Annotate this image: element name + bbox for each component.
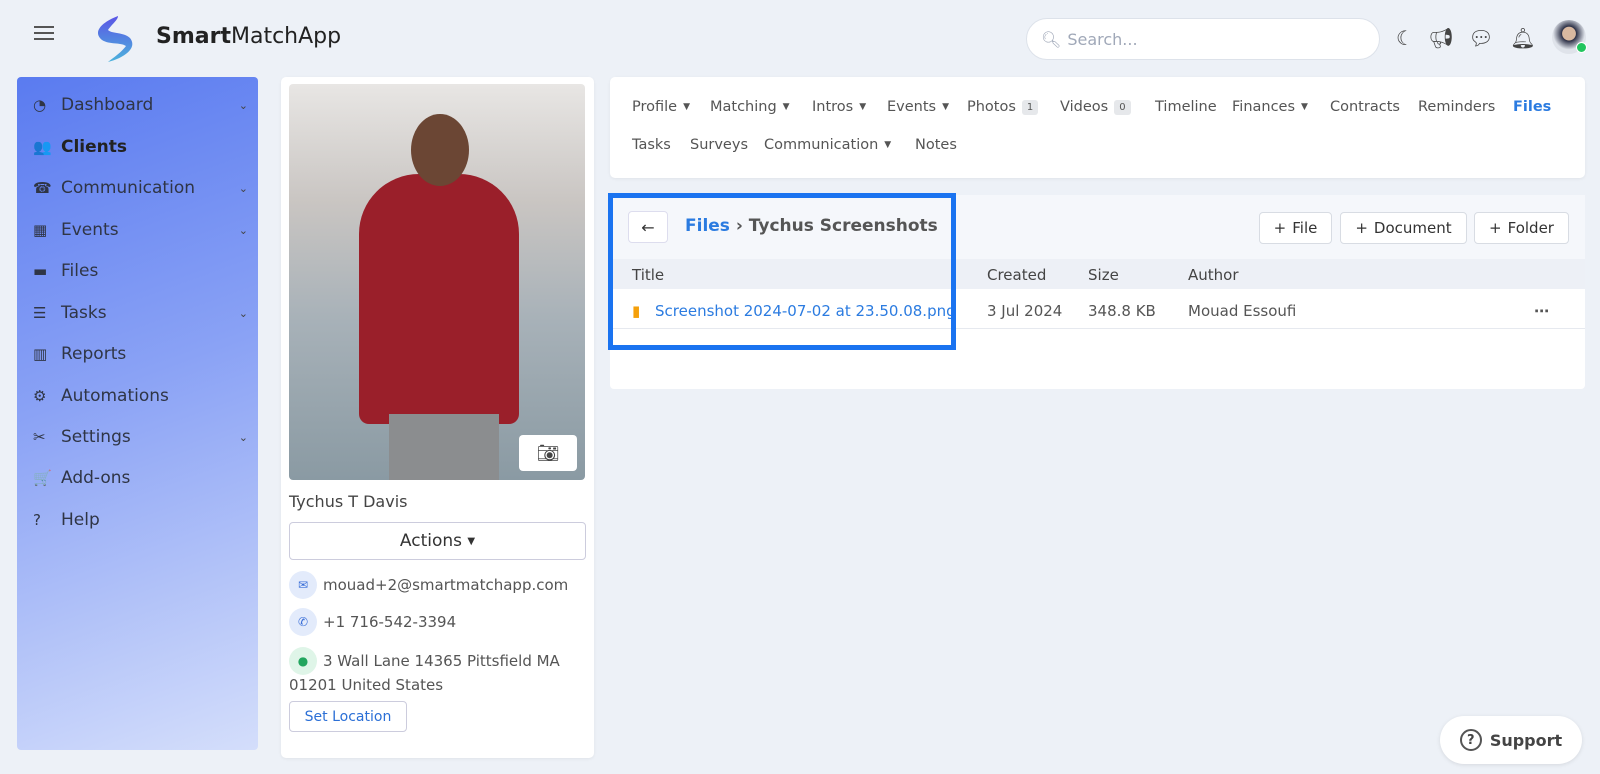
gears-icon: ⚙ (33, 387, 47, 405)
phone-row: ✆ +1 716-542-3394 (289, 608, 456, 636)
chat-icon[interactable]: 💬︎ (1468, 26, 1494, 52)
set-location-button[interactable]: Set Location (289, 701, 407, 732)
tab-videos[interactable]: Videos 0 (1060, 99, 1131, 115)
label: Dashboard (61, 95, 154, 115)
more-options-icon[interactable]: ⋯ (1534, 302, 1549, 320)
label: Tasks (61, 303, 107, 323)
videos-count-badge: 0 (1114, 99, 1131, 115)
app-logo (97, 16, 133, 62)
tab-profile[interactable]: Profile ▼ (632, 99, 690, 115)
address-line1: 3 Wall Lane 14365 Pittsfield MA (323, 652, 560, 670)
online-status-dot (1576, 42, 1587, 53)
sidebar-item-help[interactable]: ? Help (33, 510, 248, 530)
map-pin-icon: ● (289, 647, 317, 675)
help-circle-icon: ? (1459, 729, 1482, 751)
add-folder-button[interactable]: + Folder (1474, 212, 1569, 244)
dark-mode-icon[interactable]: ☾ (1392, 26, 1418, 52)
label: Actions (399, 531, 462, 551)
search-input[interactable]: 🔍︎ Search... (1026, 18, 1380, 60)
label: Reports (61, 344, 127, 364)
label: Settings (61, 427, 131, 447)
tab-reminders[interactable]: Reminders (1418, 99, 1495, 115)
chevron-down-icon: ⌄ (238, 430, 248, 444)
tab-tasks[interactable]: Tasks (632, 137, 671, 153)
tab-timeline[interactable]: Timeline (1155, 99, 1217, 115)
sidebar-item-automations[interactable]: ⚙ Automations (33, 386, 248, 406)
column-size[interactable]: Size (1088, 266, 1119, 284)
sidebar-item-clients[interactable]: 👥 Clients (33, 137, 248, 157)
tab-finances[interactable]: Finances ▼ (1232, 99, 1308, 115)
tab-contracts[interactable]: Contracts (1330, 99, 1400, 115)
megaphone-icon[interactable]: 📢︎ (1428, 26, 1454, 52)
calendar-icon: ▦ (33, 221, 48, 239)
label: Help (61, 510, 100, 530)
sidebar-item-communication[interactable]: ☎ Communication ⌄ (33, 178, 248, 198)
chevron-down-icon: ⌄ (238, 306, 248, 320)
dashboard-icon: ◔ (33, 96, 47, 114)
actions-dropdown[interactable]: Actions ▼ (289, 522, 586, 560)
label: Automations (61, 386, 169, 406)
chevron-down-icon: ⌄ (238, 181, 248, 195)
tab-communication[interactable]: Communication ▼ (764, 137, 891, 153)
tab-events[interactable]: Events ▼ (887, 99, 949, 115)
support-button[interactable]: ? Support (1440, 716, 1582, 764)
tab-photos[interactable]: Photos 1 (967, 99, 1039, 115)
phone-icon: ✆ (289, 608, 317, 636)
file-size: 348.8 KB (1088, 302, 1156, 320)
label: Add-ons (61, 468, 131, 488)
chevron-down-icon: ⌄ (238, 223, 248, 237)
phone-link[interactable]: +1 716-542-3394 (323, 613, 456, 631)
help-icon: ? (33, 511, 41, 529)
file-created: 3 Jul 2024 (987, 302, 1063, 320)
email-link[interactable]: mouad+2@smartmatchapp.com (323, 576, 568, 594)
folder-icon: ▬ (33, 262, 48, 280)
tools-icon: ✂ (33, 428, 46, 446)
tabs-card: Profile ▼ Matching ▼ Intros ▼ Events ▼ Photo… (610, 77, 1585, 178)
label: Clients (61, 137, 128, 157)
file-author: Mouad Essoufi (1188, 302, 1297, 320)
users-icon: 👥 (33, 138, 52, 156)
brand-name: SmartMatchApp (156, 24, 342, 49)
label: Events (61, 220, 119, 240)
caret-down-icon: ▼ (467, 535, 476, 547)
sidebar-item-dashboard[interactable]: ◔ Dashboard ⌄ (33, 95, 248, 115)
sidebar: ◔ Dashboard ⌄ 👥 Clients ☎ Communication ⌄ ▦ Ev… (17, 77, 258, 750)
highlight-box (608, 193, 956, 350)
client-name: Tychus T Davis (289, 492, 408, 511)
sidebar-item-reports[interactable]: ▥ Reports (33, 344, 248, 364)
photos-count-badge: 1 (1021, 99, 1039, 115)
sidebar-item-addons[interactable]: 🛒 Add-ons (33, 468, 248, 488)
bell-icon[interactable]: 🔔︎ (1510, 26, 1536, 52)
label: Communication (61, 178, 195, 198)
tab-surveys[interactable]: Surveys (690, 137, 748, 153)
sidebar-item-settings[interactable]: ✂ Settings ⌄ (33, 427, 248, 447)
tab-notes[interactable]: Notes (915, 137, 957, 153)
add-file-button[interactable]: + File (1259, 212, 1332, 244)
label: Files (61, 261, 99, 281)
envelope-icon: ✉ (289, 571, 317, 599)
column-author[interactable]: Author (1188, 266, 1239, 284)
sidebar-item-events[interactable]: ▦ Events ⌄ (33, 220, 248, 240)
address-line2: 01201 United States (289, 676, 444, 694)
chart-icon: ▥ (33, 345, 48, 363)
menu-toggle-icon[interactable] (34, 26, 54, 40)
camera-icon[interactable]: 📷︎ (519, 435, 577, 471)
tasks-icon: ☰ (33, 304, 47, 322)
address-row: ● 3 Wall Lane 14365 Pittsfield MA (289, 647, 560, 675)
tab-intros[interactable]: Intros ▼ (812, 99, 866, 115)
chevron-down-icon: ⌄ (238, 98, 248, 112)
cart-icon: 🛒 (33, 469, 52, 487)
sidebar-item-files[interactable]: ▬ Files (33, 261, 248, 281)
tab-files[interactable]: Files (1513, 99, 1551, 115)
email-row: ✉ mouad+2@smartmatchapp.com (289, 571, 568, 599)
add-document-button[interactable]: + Document (1340, 212, 1467, 244)
profile-photo (289, 84, 585, 480)
column-created[interactable]: Created (987, 266, 1046, 284)
sidebar-item-tasks[interactable]: ☰ Tasks ⌄ (33, 303, 248, 323)
phone-icon: ☎ (33, 179, 52, 197)
tab-matching[interactable]: Matching ▼ (710, 99, 790, 115)
search-icon: 🔍︎ (1041, 29, 1062, 49)
